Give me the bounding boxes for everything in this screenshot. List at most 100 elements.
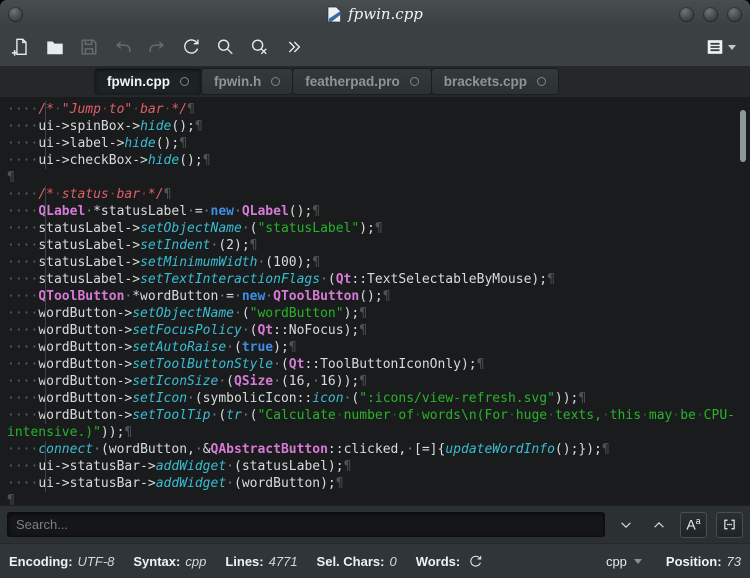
indent-guide-line: [44, 220, 46, 237]
tab-close-icon[interactable]: [409, 77, 419, 86]
maximize-button[interactable]: [703, 6, 718, 22]
chevron-down-icon: [633, 558, 642, 564]
window-title: fpwin.cpp: [348, 5, 423, 23]
search-input[interactable]: [7, 512, 605, 537]
indent-whitespace-dots: ····: [7, 221, 39, 236]
search-button[interactable]: [214, 36, 236, 58]
close-button[interactable]: [727, 6, 742, 22]
tab-brackets-cpp[interactable]: brackets.cpp: [430, 68, 560, 95]
indent-guide-line: [44, 339, 46, 356]
status-value: 4771: [268, 553, 298, 569]
pilcrow-mark: ¶: [335, 476, 344, 491]
find-next-button[interactable]: [614, 513, 638, 537]
code-line: ···· wordButton->setFocusPolicy·(Qt::NoFo…: [7, 322, 368, 339]
code-line: ····/*·status·bar·*/¶: [7, 186, 172, 203]
main-menu-button[interactable]: [705, 37, 736, 57]
pilcrow-mark: ¶: [359, 323, 368, 338]
indent-guide-line: [44, 118, 46, 135]
code-line: ···· statusLabel->setTextInteractionFlags…: [7, 271, 555, 288]
status-item-lines: Lines: 4771: [225, 554, 297, 569]
window-menu-button[interactable]: [8, 6, 23, 22]
pilcrow-mark: ¶: [359, 374, 368, 389]
featherpad-document-icon: [327, 6, 342, 23]
word-count-refresh-button[interactable]: [468, 554, 483, 569]
pilcrow-mark: ¶: [163, 187, 172, 202]
code-line: ···· ui->statusBar->addWidget·(wordButton…: [7, 475, 344, 492]
indent-whitespace-dots: ····: [7, 357, 39, 372]
indent-guide-line: [44, 441, 46, 458]
tabbar: fpwin.cpp fpwin.h featherpad.pro brackets.c…: [0, 66, 750, 97]
code-line: ····/*·"Jump·to"·bar·*/¶: [7, 101, 195, 118]
pilcrow-mark: ¶: [187, 102, 195, 117]
featherpad-window: fpwin.cpp fpwin.cpp fpwin.h featherpad.pro…: [0, 0, 750, 578]
status-value: 0: [389, 553, 397, 569]
syntax-selector-combo[interactable]: cpp: [606, 554, 642, 569]
save-icon: [79, 37, 99, 57]
whole-word-button[interactable]: [716, 511, 743, 538]
indent-guide-line: [44, 101, 46, 118]
tab-close-icon[interactable]: [180, 77, 189, 86]
minimize-button[interactable]: [679, 6, 694, 22]
indent-whitespace-dots: ····: [7, 204, 39, 219]
indent-guide-line: [44, 475, 46, 492]
status-item-words: Words:: [416, 554, 484, 569]
code-editor[interactable]: ····/*·"Jump·to"·bar·*/¶ ···· ui->spinBox-…: [0, 97, 750, 505]
code-line: ···· wordButton->setToolButtonStyle·(Qt::…: [7, 356, 485, 373]
code-line: ···· ui->checkBox->hide();¶: [7, 152, 211, 169]
window-controls: [679, 6, 742, 22]
new-file-button[interactable]: [10, 36, 32, 58]
more-tools-button[interactable]: [282, 36, 304, 58]
indent-guide-line: [44, 186, 46, 203]
code-line: intensive.)"));¶: [7, 425, 133, 440]
tab-fpwin-cpp[interactable]: fpwin.cpp: [94, 68, 202, 95]
reload-button[interactable]: [180, 36, 202, 58]
open-folder-icon: [45, 37, 65, 57]
code-line: ···· statusLabel->setMinimumWidth·(100);¶: [7, 254, 321, 271]
indent-whitespace-dots: ····: [7, 374, 39, 389]
tab-label: featherpad.pro: [305, 74, 400, 89]
tab-fpwin-h[interactable]: fpwin.h: [201, 68, 294, 95]
tab-close-icon[interactable]: [271, 77, 281, 86]
indent-guide-line: [44, 288, 46, 305]
code-line: ···· ui->label->hide();¶: [7, 135, 188, 152]
status-label: Lines:: [225, 553, 264, 569]
window-title-area: fpwin.cpp: [0, 0, 750, 28]
code-line: ···· statusLabel->setObjectName·("statusL…: [7, 220, 383, 237]
hamburger-menu-icon: [705, 37, 725, 57]
find-previous-button[interactable]: [647, 513, 671, 537]
tab-label: brackets.cpp: [443, 74, 528, 89]
status-item-encoding: Encoding: UTF-8: [9, 554, 114, 569]
tab-close-icon[interactable]: [537, 77, 547, 86]
redo-icon: [147, 37, 167, 57]
open-file-button[interactable]: [44, 36, 66, 58]
status-value: UTF-8: [77, 553, 115, 569]
pilcrow-mark: ¶: [374, 221, 383, 236]
status-item-sel-chars: Sel. Chars: 0: [317, 554, 397, 569]
pilcrow-mark: ¶: [288, 340, 297, 355]
pilcrow-mark: ¶: [179, 136, 188, 151]
indent-whitespace-dots: ····: [7, 187, 39, 202]
code-line: ···· wordButton->setToolTip·(tr·("Calcula…: [7, 407, 735, 424]
status-label: Sel. Chars:: [316, 553, 385, 569]
indent-whitespace-dots: ····: [7, 306, 39, 321]
code-line: ···· wordButton->setIcon·(symbolicIcon::i…: [7, 390, 587, 407]
position-value: 73: [726, 553, 741, 569]
tab-featherpad-pro[interactable]: featherpad.pro: [292, 68, 432, 95]
indent-guide-line: [44, 458, 46, 475]
indent-guide-line: [44, 390, 46, 407]
indent-whitespace-dots: ····: [7, 153, 39, 168]
match-case-button[interactable]: Aa: [680, 511, 707, 538]
pilcrow-mark: ¶: [382, 289, 391, 304]
find-replace-button[interactable]: [248, 36, 270, 58]
status-value: cpp: [185, 553, 207, 569]
position-label: Position:: [665, 553, 722, 569]
find-replace-icon: [249, 37, 269, 57]
indent-guide-line: [44, 322, 46, 339]
indent-whitespace-dots: ····: [7, 340, 39, 355]
indent-whitespace-dots: ····: [7, 272, 39, 287]
chevron-up-icon: [651, 517, 667, 533]
match-case-icon: Aa: [686, 516, 701, 533]
indent-whitespace-dots: ····: [7, 391, 39, 406]
refresh-icon: [468, 554, 483, 569]
indent-whitespace-dots: ····: [7, 255, 39, 270]
